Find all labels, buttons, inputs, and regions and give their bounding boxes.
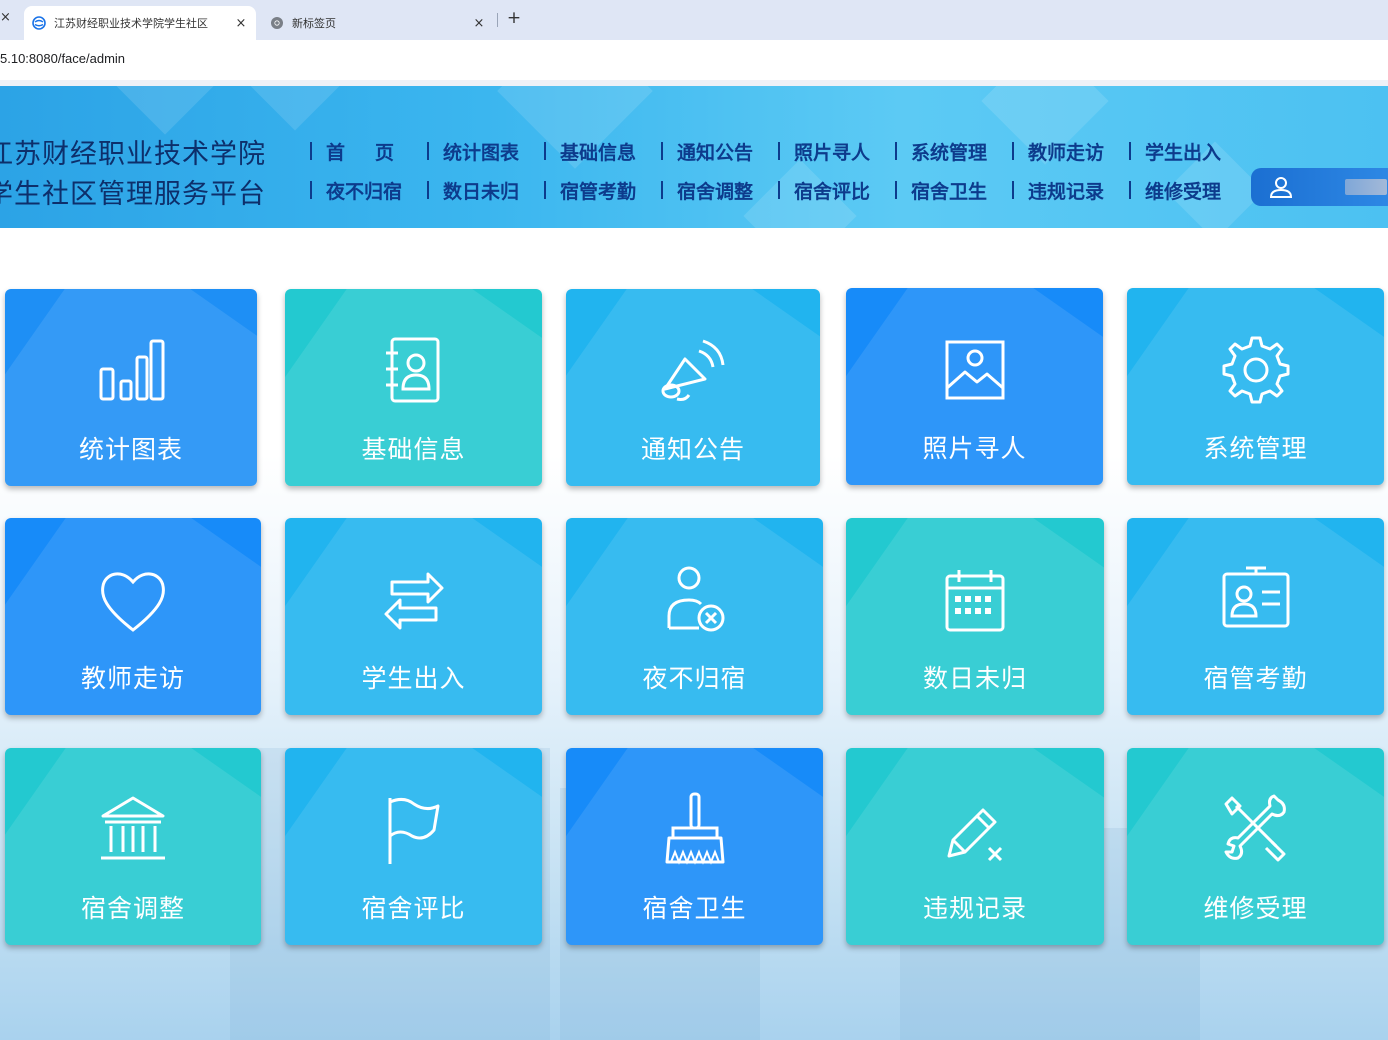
tile-repairs[interactable]: 维修受理 <box>1127 748 1384 945</box>
gear-icon <box>1222 336 1289 404</box>
address-bar[interactable]: 5.10:8080/face/admin <box>0 40 1388 80</box>
calendar-icon <box>945 570 1005 632</box>
browser-tab-active[interactable]: 江苏财经职业技术学院学生社区 × <box>24 6 256 40</box>
address-url[interactable]: 5.10:8080/face/admin <box>0 51 125 66</box>
tile-student-access[interactable]: 学生出入 <box>285 518 542 715</box>
bar-chart-icon <box>99 339 165 401</box>
building-icon <box>101 796 165 860</box>
tile-label: 维修受理 <box>1203 894 1308 923</box>
tile-days-absent[interactable]: 数日未归 <box>846 518 1104 715</box>
tile-photo-search[interactable]: 照片寻人 <box>846 288 1103 485</box>
tile-label: 宿舍评比 <box>361 894 466 923</box>
nav-item-dorm-adjust[interactable]: 宿舍调整 <box>661 175 778 205</box>
user-icon <box>1269 177 1293 198</box>
tile-dorm-rating[interactable]: 宿舍评比 <box>285 748 542 945</box>
tab-divider <box>497 13 498 27</box>
tile-label: 宿管考勤 <box>1203 664 1308 693</box>
flag-icon <box>388 797 439 864</box>
nav-item-system[interactable]: 系统管理 <box>895 136 1012 166</box>
nav-item-statistics[interactable]: 统计图表 <box>427 136 544 166</box>
tile-label: 违规记录 <box>922 894 1027 923</box>
browser-tab-bar: × 江苏财经职业技术学院学生社区 × 新标签页 × + <box>0 0 1388 40</box>
tile-teacher-visit[interactable]: 教师走访 <box>5 518 261 715</box>
nav-item-violations[interactable]: 违规记录 <box>1012 175 1129 205</box>
tile-label: 系统管理 <box>1203 434 1308 463</box>
tools-icon <box>1224 794 1286 862</box>
nav-item-dorm-hygiene[interactable]: 宿舍卫生 <box>895 175 1012 205</box>
nav-item-night-absence[interactable]: 夜不归宿 <box>310 175 427 205</box>
tile-label: 统计图表 <box>78 435 183 464</box>
tile-label: 数日未归 <box>922 664 1027 693</box>
prev-tab-close-icon[interactable]: × <box>0 10 11 25</box>
nav-item-days-absent[interactable]: 数日未归 <box>427 175 544 205</box>
nav-item-notices[interactable]: 通知公告 <box>661 136 778 166</box>
header-decoration <box>245 86 345 131</box>
nav-item-attendance[interactable]: 宿管考勤 <box>544 175 661 205</box>
nav-item-photo-search[interactable]: 照片寻人 <box>778 136 895 166</box>
tile-label: 学生出入 <box>361 664 466 693</box>
tile-notices[interactable]: 通知公告 <box>566 289 820 486</box>
id-card-icon <box>1222 566 1289 628</box>
pencil-x-icon <box>947 808 1003 862</box>
user-name-redacted <box>1345 179 1387 195</box>
tile-system[interactable]: 系统管理 <box>1127 288 1384 485</box>
nav-item-repairs[interactable]: 维修受理 <box>1129 175 1246 205</box>
tile-night-absence[interactable]: 夜不归宿 <box>566 518 823 715</box>
tile-statistics[interactable]: 统计图表 <box>5 289 257 486</box>
nav-item-dorm-rating[interactable]: 宿舍评比 <box>778 175 895 205</box>
tile-label: 通知公告 <box>640 435 745 464</box>
tile-attendance[interactable]: 宿管考勤 <box>1127 518 1384 715</box>
tab-title: 新标签页 <box>292 17 336 30</box>
heart-icon <box>101 572 165 632</box>
user-remove-icon <box>667 566 724 632</box>
browser-tab-new[interactable]: 新标签页 × <box>262 6 494 40</box>
tile-label: 教师走访 <box>80 664 185 693</box>
tile-dorm-hygiene[interactable]: 宿舍卫生 <box>566 748 823 945</box>
contact-book-icon <box>385 337 439 403</box>
nav-row-1: 首页 统计图表 基础信息 通知公告 照片寻人 系统管理 教师走访 学生出入 <box>310 136 1246 166</box>
tile-label: 照片寻人 <box>922 434 1027 463</box>
nav-item-basic-info[interactable]: 基础信息 <box>544 136 661 166</box>
nav-item-home[interactable]: 首页 <box>310 136 427 166</box>
header-decoration <box>101 86 229 135</box>
nav-item-teacher-visit[interactable]: 教师走访 <box>1012 136 1129 166</box>
tile-violations[interactable]: 违规记录 <box>846 748 1104 945</box>
image-icon <box>945 340 1004 400</box>
user-menu-button[interactable] <box>1251 168 1388 206</box>
swap-arrows-icon <box>384 572 443 630</box>
new-tab-button[interactable]: + <box>505 8 523 28</box>
tab-close-icon[interactable]: × <box>472 16 486 31</box>
megaphone-icon <box>661 339 725 401</box>
tile-label: 宿舍卫生 <box>642 894 747 923</box>
site-header: 江苏财经职业技术学院 学生社区管理服务平台 首页 统计图表 基础信息 通知公告 … <box>0 86 1388 228</box>
platform-name: 学生社区管理服务平台 <box>0 179 266 210</box>
site-favicon-icon <box>32 16 46 30</box>
nav-row-2: 夜不归宿 数日未归 宿管考勤 宿舍调整 宿舍评比 宿舍卫生 违规记录 维修受理 <box>310 175 1246 205</box>
tab-close-icon[interactable]: × <box>234 16 248 31</box>
tile-dorm-adjust[interactable]: 宿舍调整 <box>5 748 261 945</box>
tile-basic-info[interactable]: 基础信息 <box>285 289 542 486</box>
school-name: 江苏财经职业技术学院 <box>0 139 266 170</box>
tile-label: 基础信息 <box>361 435 466 464</box>
nav-item-student-access[interactable]: 学生出入 <box>1129 136 1246 166</box>
tile-label: 夜不归宿 <box>642 664 747 693</box>
tab-title: 江苏财经职业技术学院学生社区 <box>54 17 208 30</box>
broom-icon <box>665 792 724 865</box>
tile-label: 宿舍调整 <box>80 894 185 923</box>
chrome-favicon-icon <box>271 17 283 29</box>
